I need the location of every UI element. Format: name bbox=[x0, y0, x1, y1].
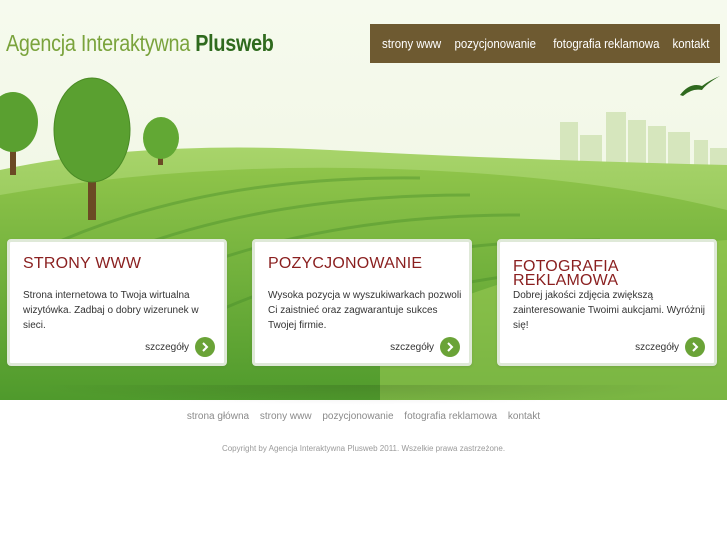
details-link[interactable]: szczegóły bbox=[390, 337, 460, 357]
details-label: szczegóły bbox=[635, 341, 679, 353]
service-card-pozycjonowanie: POZYCJONOWANIE Wysoka pozycja w wyszukiw… bbox=[252, 239, 472, 366]
card-title: STRONY WWW bbox=[23, 255, 142, 272]
footer-link-fotografia[interactable]: fotografia reklamowa bbox=[404, 411, 497, 422]
card-description: Strona internetowa to Twoja wirtualna wi… bbox=[23, 290, 199, 331]
card-description: Dobrej jakości zdjęcia zwiększą zaintere… bbox=[513, 290, 706, 331]
chevron-right-icon[interactable] bbox=[440, 337, 460, 357]
logo-text-strong: Plusweb bbox=[195, 30, 274, 56]
footer-link-home[interactable]: strona główna bbox=[187, 411, 249, 422]
service-card-strony-www: STRONY WWW Strona internetowa to Twoja w… bbox=[7, 239, 227, 366]
main-navigation: strony www pozycjonowanie fotografia rek… bbox=[370, 24, 720, 63]
copyright-text: Copyright by Agencja Interaktywna Pluswe… bbox=[221, 444, 506, 453]
nav-fotografia-reklamowa[interactable]: fotografia reklamowa bbox=[553, 36, 659, 51]
chevron-right-icon[interactable] bbox=[685, 337, 705, 357]
footer-link-kontakt[interactable]: kontakt bbox=[508, 411, 540, 422]
chevron-right-icon[interactable] bbox=[195, 337, 215, 357]
footer-link-pozycjonowanie[interactable]: pozycjonowanie bbox=[322, 411, 393, 422]
details-link[interactable]: szczegóły bbox=[145, 337, 215, 357]
details-link[interactable]: szczegóły bbox=[635, 337, 705, 357]
details-label: szczegóły bbox=[145, 341, 189, 353]
nav-pozycjonowanie[interactable]: pozycjonowanie bbox=[455, 36, 536, 51]
footer-navigation: strona główna strony www pozycjonowanie … bbox=[0, 411, 727, 422]
card-title: FOTOGRAFIA REKLAMOWA bbox=[513, 258, 619, 289]
card-title: POZYCJONOWANIE bbox=[268, 255, 423, 272]
logo-text-light: Agencja Interaktywna bbox=[6, 30, 196, 56]
footer-link-strony-www[interactable]: strony www bbox=[260, 411, 312, 422]
nav-strony-www[interactable]: strony www bbox=[382, 36, 441, 51]
nav-kontakt[interactable]: kontakt bbox=[673, 36, 710, 51]
site-logo[interactable]: Agencja Interaktywna Plusweb bbox=[6, 30, 274, 57]
card-description: Wysoka pozycja w wyszukiwarkach pozwoli … bbox=[268, 290, 462, 331]
footer-shadow bbox=[30, 385, 697, 405]
service-card-fotografia: FOTOGRAFIA REKLAMOWA Dobrej jakości zdję… bbox=[497, 239, 717, 366]
details-label: szczegóły bbox=[390, 341, 434, 353]
